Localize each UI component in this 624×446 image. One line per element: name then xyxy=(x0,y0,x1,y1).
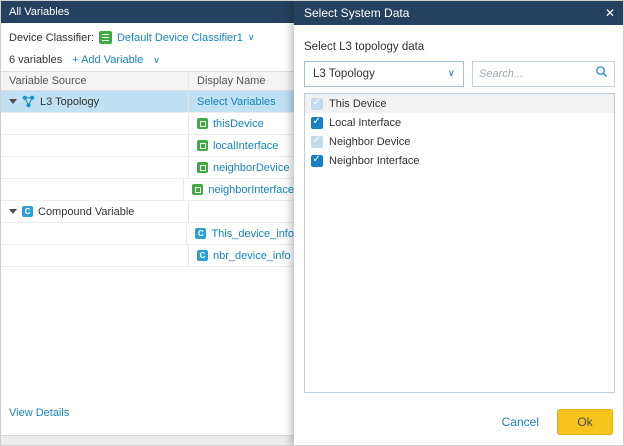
search-box xyxy=(472,61,615,87)
compound-variable-icon: C xyxy=(195,228,206,239)
table-row[interactable]: C This_device_info xyxy=(1,223,294,245)
modal-title: Select System Data xyxy=(304,6,605,20)
variables-table: Variable Source Display Name L3 Topology xyxy=(1,71,294,267)
close-icon[interactable]: ✕ xyxy=(605,6,615,20)
chevron-down-icon: ∨ xyxy=(448,69,455,79)
list-item-label: This Device xyxy=(329,98,386,110)
list-item[interactable]: Local Interface xyxy=(305,113,614,132)
chevron-down-icon[interactable]: ∨ xyxy=(153,56,160,65)
table-row-compound-variable[interactable]: C Compound Variable xyxy=(1,201,294,223)
table-header: Variable Source Display Name xyxy=(1,71,294,91)
checkbox[interactable] xyxy=(311,117,323,129)
section-label: Select L3 topology data xyxy=(304,41,424,53)
search-icon[interactable] xyxy=(595,65,608,83)
checkbox[interactable] xyxy=(311,155,323,167)
table-row-l3-topology[interactable]: L3 Topology Select Variables xyxy=(1,91,294,113)
screen: All Variables Device Classifier: Default… xyxy=(0,0,624,446)
select-system-data-modal: Select System Data ✕ Select L3 topology … xyxy=(294,1,624,446)
column-header-variable-source: Variable Source xyxy=(1,72,189,90)
variable-link[interactable]: neighborDevice xyxy=(213,162,289,174)
cancel-button[interactable]: Cancel xyxy=(502,415,539,429)
modal-footer: Cancel Ok xyxy=(502,409,613,435)
compound-variable-icon: C xyxy=(22,206,33,217)
device-classifier-icon xyxy=(99,31,112,44)
topology-dropdown[interactable]: L3 Topology ∨ xyxy=(304,61,464,87)
table-row[interactable]: neighborDevice xyxy=(1,157,294,179)
variable-link[interactable]: localInterface xyxy=(213,140,278,152)
variable-icon xyxy=(197,162,208,173)
compound-variable-icon: C xyxy=(197,250,208,261)
row-source-label: Compound Variable xyxy=(38,206,134,218)
table-row[interactable]: neighborInterface xyxy=(1,179,294,201)
dropdown-value: L3 Topology xyxy=(313,68,448,80)
panel-title: All Variables xyxy=(9,6,69,18)
checkbox[interactable] xyxy=(311,136,323,148)
panel-header: All Variables xyxy=(1,1,294,23)
list-item[interactable]: Neighbor Interface xyxy=(305,151,614,170)
view-details-link[interactable]: View Details xyxy=(9,407,69,419)
variables-count: 6 variables xyxy=(9,54,62,66)
add-variable-button[interactable]: + Add Variable xyxy=(72,54,143,66)
list-item-label: Neighbor Interface xyxy=(329,155,420,167)
variable-link[interactable]: thisDevice xyxy=(213,118,264,130)
tree-expand-icon[interactable] xyxy=(9,99,17,104)
variable-icon xyxy=(197,140,208,151)
row-source-label: L3 Topology xyxy=(40,96,99,108)
device-classifier-label: Device Classifier: xyxy=(9,32,94,44)
list-item-label: Local Interface xyxy=(329,117,401,129)
chevron-down-icon[interactable]: ∨ xyxy=(248,33,255,42)
tree-expand-icon[interactable] xyxy=(9,209,17,214)
table-row[interactable]: localInterface xyxy=(1,135,294,157)
variable-link[interactable]: This_device_info xyxy=(211,228,294,240)
table-row[interactable]: thisDevice xyxy=(1,113,294,135)
device-classifier-value[interactable]: Default Device Classifier1 xyxy=(117,32,243,44)
ok-button[interactable]: Ok xyxy=(557,409,613,435)
modal-header: Select System Data ✕ xyxy=(294,1,624,25)
list-item-label: Neighbor Device xyxy=(329,136,410,148)
search-input[interactable] xyxy=(479,68,595,80)
variables-count-row: 6 variables + Add Variable ∨ xyxy=(9,54,160,66)
checkbox[interactable] xyxy=(311,98,323,110)
variable-link[interactable]: nbr_device_info xyxy=(213,250,291,262)
l3-topology-icon xyxy=(22,95,35,108)
variable-icon xyxy=(192,184,203,195)
column-header-display-name: Display Name xyxy=(189,72,294,90)
bottom-scrollbar-strip[interactable] xyxy=(1,435,294,446)
table-row[interactable]: C nbr_device_info xyxy=(1,245,294,267)
list-item[interactable]: Neighbor Device xyxy=(305,132,614,151)
list-item[interactable]: This Device xyxy=(305,94,614,113)
system-data-list: This Device Local Interface Neighbor Dev… xyxy=(304,93,615,393)
variable-link[interactable]: neighborInterface xyxy=(208,184,294,196)
select-variables-link[interactable]: Select Variables xyxy=(197,96,276,108)
device-classifier-row: Device Classifier: Default Device Classi… xyxy=(9,31,255,44)
all-variables-panel: All Variables Device Classifier: Default… xyxy=(1,1,294,446)
variable-icon xyxy=(197,118,208,129)
